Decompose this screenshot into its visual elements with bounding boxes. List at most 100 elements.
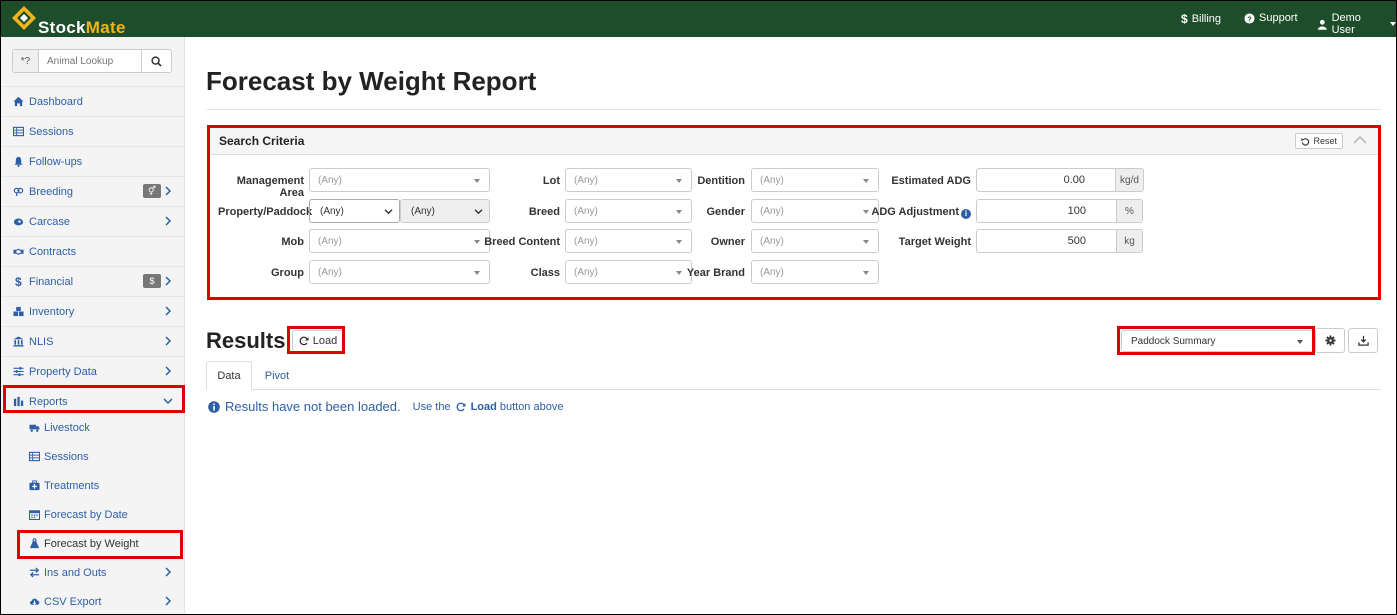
sidebar-sub-sessions[interactable]: Sessions (1, 442, 185, 471)
page-title: Forecast by Weight Report (206, 66, 537, 96)
sidebar-item-reports[interactable]: Reports (1, 386, 185, 416)
info-icon[interactable]: i (961, 208, 971, 219)
institution-icon (13, 336, 26, 348)
animal-lookup: *? (12, 49, 172, 73)
sidebar-sub-forecast-by-weight[interactable]: Forecast by Weight (1, 529, 185, 558)
financial-badge: $ (143, 274, 161, 288)
tab-pivot[interactable]: Pivot (254, 361, 300, 390)
cloud-download-icon (29, 596, 42, 608)
breeding-badge: ⚥ (143, 184, 161, 198)
sidebar-item-inventory[interactable]: Inventory (1, 296, 185, 326)
target-weight-unit: kg (1117, 229, 1143, 253)
user-menu[interactable]: Demo User (1317, 12, 1396, 36)
sidebar-item-property-data[interactable]: Property Data (1, 356, 185, 386)
sidebar-sub-csv-export[interactable]: CSV Export (1, 587, 185, 614)
owner-select[interactable]: (Any) (751, 229, 879, 253)
refresh-icon (456, 402, 466, 411)
support-link[interactable]: ? Support (1244, 12, 1298, 24)
sidebar-item-carcase[interactable]: Carcase (1, 206, 185, 236)
dollar-icon: $ (1181, 12, 1188, 26)
billing-link[interactable]: $ Billing (1181, 12, 1221, 26)
select-value: (Any) (320, 205, 344, 217)
sliders-icon (13, 366, 26, 378)
select-value: (Any) (574, 174, 598, 186)
sidebar-item-label: Sessions (29, 125, 74, 138)
sidebar-item-label: Follow-ups (29, 155, 83, 168)
view-select[interactable]: Paddock Summary (1121, 330, 1313, 352)
download-icon (1357, 335, 1369, 346)
sidebar-item-follow-ups[interactable]: Follow-ups (1, 146, 185, 176)
lot-label: Lot (542, 175, 560, 187)
sidebar-item-label: Inventory (29, 305, 75, 318)
select-value: (Any) (760, 174, 784, 186)
settings-button[interactable] (1315, 328, 1345, 353)
sidebar-item-contracts[interactable]: Contracts (1, 236, 185, 266)
stockmate-logo[interactable] (11, 3, 37, 33)
group-select[interactable]: (Any) (309, 260, 490, 284)
caret-down-icon (474, 271, 480, 275)
results-notice-load: Load (470, 400, 497, 413)
target-weight-input[interactable]: 500 (976, 229, 1117, 253)
results-notice-hint: Use the (412, 400, 451, 413)
lookup-search-button[interactable] (141, 50, 171, 72)
results-notice-suffix: button above (499, 400, 564, 413)
gender-select[interactable]: (Any) (751, 199, 879, 223)
tab-data[interactable]: Data (206, 361, 252, 390)
search-icon (151, 55, 162, 67)
adg-adjustment-field: 100 % (976, 199, 1143, 223)
lot-select[interactable]: (Any) (565, 168, 692, 192)
mob-select[interactable]: (Any) (309, 229, 490, 253)
sidebar-item-financial[interactable]: $ Financial $ (1, 266, 185, 296)
table-icon (13, 126, 26, 138)
sidebar-item-sessions[interactable]: Sessions (1, 116, 185, 146)
medkit-icon (29, 480, 42, 492)
estimated-adg-field: 0.00 kg/d (976, 168, 1144, 192)
load-button[interactable]: Load (292, 330, 344, 352)
sidebar-item-nlis[interactable]: NLIS (1, 326, 185, 356)
top-navbar: StockMate $ Billing ? Support Demo User (1, 1, 1396, 37)
year-brand-label: Year Brand (686, 267, 745, 279)
sidebar-sub-forecast-by-date[interactable]: Forecast by Date (1, 500, 185, 529)
select-value: (Any) (318, 174, 342, 186)
chevron-right-icon (165, 336, 172, 346)
chevron-right-icon (165, 306, 172, 316)
sidebar-sub-treatments[interactable]: Treatments (1, 471, 185, 500)
year-brand-select[interactable]: (Any) (751, 260, 879, 284)
svg-text:?: ? (1247, 14, 1252, 23)
reset-button[interactable]: Reset (1295, 133, 1343, 149)
brand-name-part-b: Mate (85, 18, 126, 37)
sidebar-item-label: NLIS (29, 335, 54, 348)
caret-down-icon (1390, 22, 1396, 26)
sidebar-item-breeding[interactable]: Breeding ⚥ (1, 176, 185, 206)
chevron-up-icon[interactable] (1353, 135, 1367, 145)
dentition-select[interactable]: (Any) (751, 168, 879, 192)
sidebar-sub-label: Sessions (44, 450, 89, 463)
sidebar: *? Dashboard Sessions Follow-ups Breedin… (1, 37, 185, 614)
results-tab-line (206, 389, 1381, 390)
undo-icon (1301, 137, 1310, 146)
lookup-mode-button[interactable]: *? (13, 50, 39, 72)
sidebar-item-label: Financial (29, 275, 74, 288)
dentition-label: Dentition (697, 175, 745, 187)
breed-content-select[interactable]: (Any) (565, 229, 692, 253)
estimated-adg-input[interactable]: 0.00 (976, 168, 1116, 192)
breed-select[interactable]: (Any) (565, 199, 692, 223)
animal-lookup-input[interactable] (39, 50, 141, 72)
sidebar-item-dashboard[interactable]: Dashboard (1, 86, 185, 116)
gender-label: Gender (706, 206, 745, 218)
sidebar-sub-label: Ins and Outs (44, 566, 107, 579)
paddock-select[interactable]: (Any) (400, 199, 490, 223)
sidebar-sub-ins-and-outs[interactable]: Ins and Outs (1, 558, 185, 587)
class-select[interactable]: (Any) (565, 260, 692, 284)
chevron-right-icon (165, 567, 172, 577)
select-value: (Any) (574, 205, 598, 217)
adg-adjustment-input[interactable]: 100 (976, 199, 1117, 223)
property-select[interactable]: (Any) (309, 199, 400, 223)
download-button[interactable] (1348, 328, 1378, 353)
group-label: Group (271, 267, 304, 279)
caret-down-icon (863, 271, 869, 275)
sidebar-sub-livestock[interactable]: Livestock (1, 413, 185, 442)
management-area-select[interactable]: (Any) (309, 168, 490, 192)
brand-name[interactable]: StockMate (38, 18, 126, 38)
weight-icon (29, 538, 42, 550)
